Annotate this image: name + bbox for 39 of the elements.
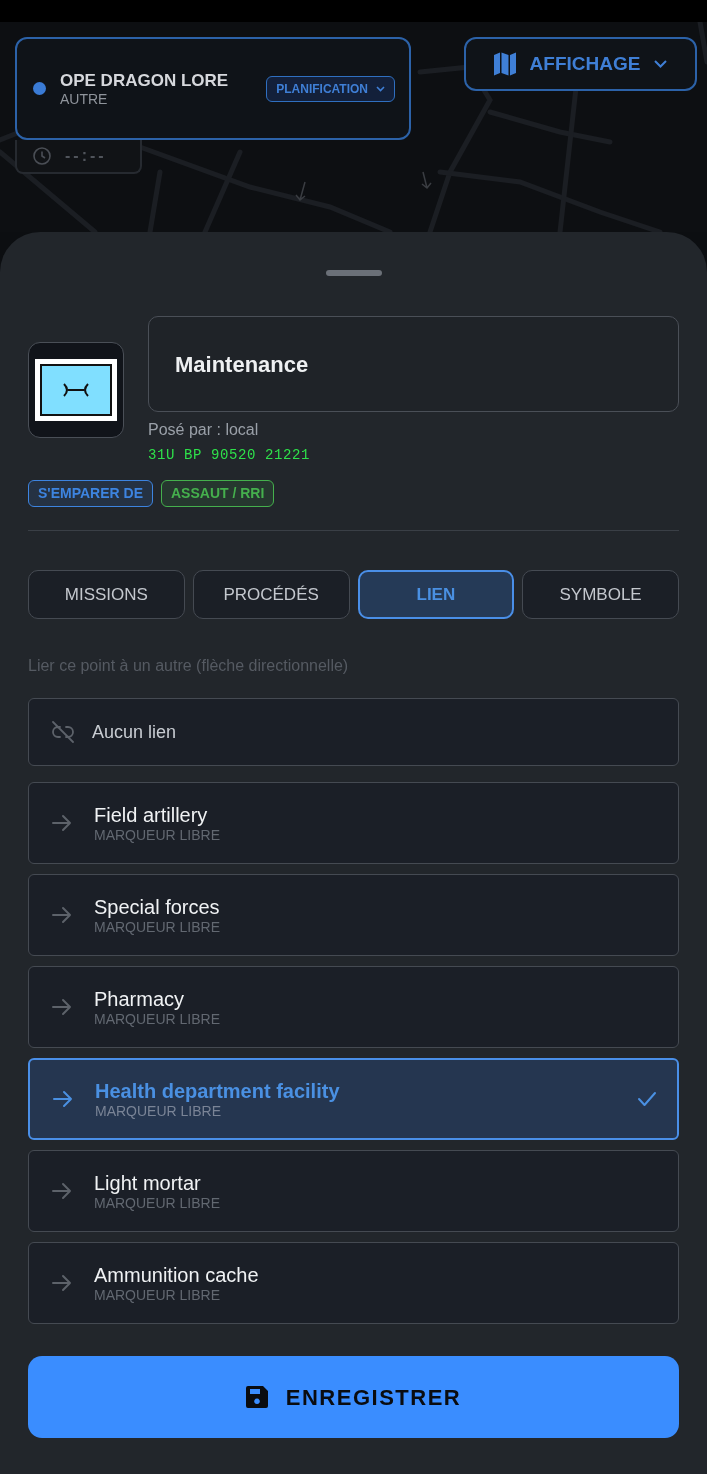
link-option[interactable]: Field artillery MARQUEUR LIBRE: [28, 782, 679, 864]
link-option[interactable]: Health department facility MARQUEUR LIBRE: [28, 1058, 679, 1140]
link-option[interactable]: Ammunition cache MARQUEUR LIBRE: [28, 1242, 679, 1324]
arrow-right-icon: [52, 1274, 72, 1292]
arrow-right-icon: [52, 998, 72, 1016]
link-option[interactable]: Aucun lien: [28, 698, 679, 766]
save-icon: [245, 1386, 268, 1408]
arrow-right-icon: [52, 906, 72, 924]
name-field[interactable]: Maintenance: [148, 316, 679, 412]
save-button[interactable]: ENREGISTRER: [28, 1356, 679, 1438]
arrow-right-icon: [53, 1090, 73, 1108]
tag: S'EMPARER DE: [28, 480, 153, 507]
tab[interactable]: MISSIONS: [28, 570, 185, 619]
tab[interactable]: SYMBOLE: [522, 570, 679, 619]
maintenance-symbol-icon: [35, 359, 117, 421]
grid-reference: 31U BP 90520 21221: [148, 446, 312, 464]
tag: ASSAUT / RRI: [161, 480, 275, 507]
mission-subtitle: AUTRE: [60, 90, 109, 108]
phase-dropdown[interactable]: PLANIFICATION: [266, 75, 395, 102]
tab[interactable]: PROCÉDÉS: [192, 570, 350, 619]
tab[interactable]: LIEN: [357, 570, 515, 619]
link-option[interactable]: Light mortar MARQUEUR LIBRE: [28, 1150, 679, 1232]
time-text: --:--: [65, 146, 107, 166]
arrow-right-icon: [52, 1182, 72, 1200]
map-icon: [493, 52, 516, 76]
link-option[interactable]: Special forces MARQUEUR LIBRE: [28, 874, 679, 956]
link-option[interactable]: Pharmacy MARQUEUR LIBRE: [28, 966, 679, 1048]
unlink-icon: [51, 721, 75, 743]
drag-handle[interactable]: [325, 270, 382, 276]
chevron-down-icon: [376, 85, 385, 92]
chevron-down-icon: [654, 60, 668, 68]
mission-title: OPE DRAGON LORE: [60, 69, 229, 91]
status-dot-icon: [33, 82, 46, 95]
clock-icon: [33, 147, 51, 165]
placed-by-text: Posé par : local: [148, 420, 260, 440]
display-dropdown[interactable]: AFFICHAGE: [464, 37, 697, 91]
symbol-button[interactable]: [28, 342, 124, 438]
check-icon: [637, 1091, 657, 1107]
arrow-right-icon: [52, 814, 72, 832]
